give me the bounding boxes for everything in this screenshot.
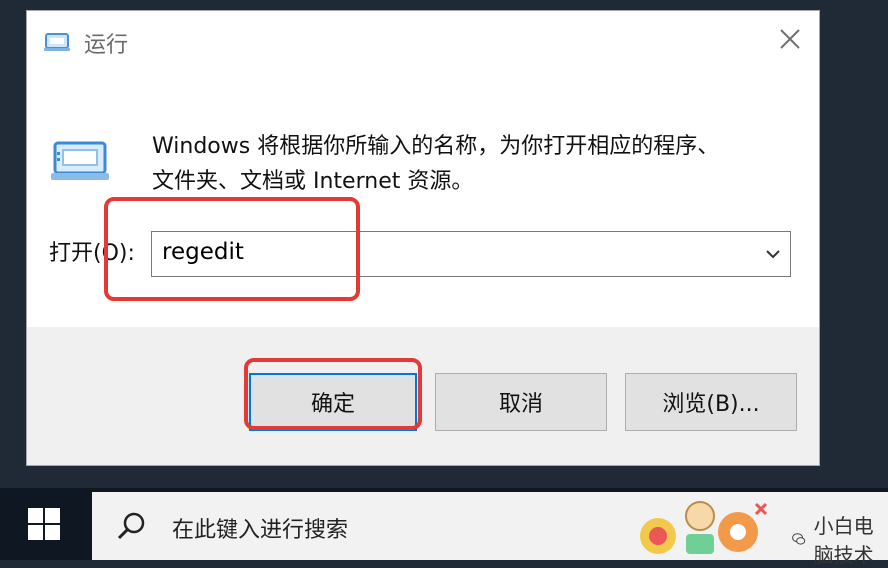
close-button[interactable] — [761, 11, 819, 67]
browse-button[interactable]: 浏览(B)... — [625, 373, 797, 431]
start-button[interactable] — [0, 488, 88, 560]
decorative-sticker — [640, 501, 768, 554]
close-icon — [780, 29, 800, 49]
chevron-down-icon[interactable] — [764, 245, 782, 263]
description-line-2: 文件夹、文档或 Internet 资源。 — [152, 169, 474, 194]
ok-button[interactable]: 确定 — [249, 373, 417, 431]
run-description: Windows 将根据你所输入的名称，为你打开相应的程序、 文件夹、文档或 In… — [152, 129, 792, 199]
run-dialog: 运行 Windows 将根据你所输入的名称，为你打开相应的程序、 文件夹、文档或… — [26, 10, 820, 466]
watermark-text: 小白电脑技术 — [813, 514, 874, 567]
run-icon — [44, 33, 70, 51]
watermark: 小白电脑技术 — [792, 510, 888, 568]
search-icon — [117, 512, 145, 540]
taskbar: 在此键入进行搜索 小白电脑技术 — [0, 488, 888, 567]
title-bar[interactable]: 运行 — [27, 11, 819, 71]
windows-logo-icon — [28, 508, 60, 540]
open-combobox[interactable]: regedit — [151, 231, 791, 277]
open-input[interactable]: regedit — [162, 239, 244, 265]
dialog-content: Windows 将根据你所输入的名称，为你打开相应的程序、 文件夹、文档或 In… — [27, 71, 819, 337]
description-line-1: Windows 将根据你所输入的名称，为你打开相应的程序、 — [152, 134, 720, 159]
run-icon — [51, 141, 109, 180]
open-label: 打开(O): — [49, 241, 135, 266]
search-placeholder: 在此键入进行搜索 — [172, 518, 349, 543]
window-title: 运行 — [84, 33, 129, 58]
taskbar-search-box[interactable]: 在此键入进行搜索 小白电脑技术 — [92, 492, 888, 567]
cancel-button[interactable]: 取消 — [435, 373, 607, 431]
wechat-icon — [792, 533, 806, 545]
